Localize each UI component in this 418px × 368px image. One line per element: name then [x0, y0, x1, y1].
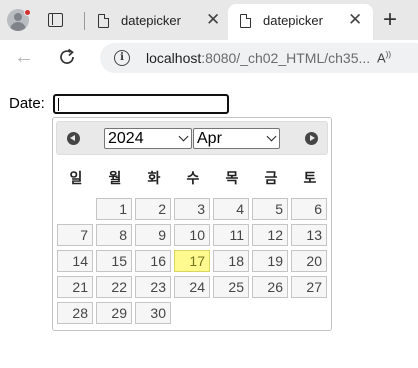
- back-arrow-icon[interactable]: ←: [14, 47, 34, 67]
- profile-notification-dot: [24, 9, 31, 16]
- day-cell[interactable]: 12: [252, 224, 288, 246]
- tab-divider: [84, 12, 85, 30]
- day-cell[interactable]: 9: [135, 224, 171, 246]
- tab-strip: datepicker ✕ datepicker ✕ +: [0, 0, 418, 40]
- day-cell[interactable]: 15: [96, 250, 132, 272]
- day-cell[interactable]: 29: [96, 302, 132, 324]
- day-cell[interactable]: 26: [252, 276, 288, 298]
- day-cell[interactable]: 28: [57, 302, 93, 324]
- close-icon[interactable]: ✕: [348, 11, 362, 28]
- day-cell[interactable]: 8: [96, 224, 132, 246]
- day-cell[interactable]: 10: [174, 224, 210, 246]
- day-cell[interactable]: 24: [174, 276, 210, 298]
- day-cell[interactable]: 3: [174, 198, 210, 220]
- day-cell[interactable]: 11: [213, 224, 249, 246]
- document-icon: [98, 14, 109, 28]
- day-cell[interactable]: 2: [135, 198, 171, 220]
- day-cell[interactable]: 7: [57, 224, 93, 246]
- day-cell[interactable]: 5: [252, 198, 288, 220]
- date-input[interactable]: [53, 94, 229, 114]
- day-cell[interactable]: 19: [252, 250, 288, 272]
- reload-icon[interactable]: [57, 47, 77, 67]
- day-cell-today[interactable]: 17: [174, 250, 210, 272]
- browser-toolbar: ← i localhost:8080/_ch02_HTML/ch35... A)…: [0, 40, 418, 76]
- address-bar[interactable]: i localhost:8080/_ch02_HTML/ch35... A)): [100, 43, 418, 73]
- day-cell[interactable]: 23: [135, 276, 171, 298]
- calendar-grid: 1 2 3 4 5 6 7 8 9 10 11 12 13 14 15 16 17 18 19 20 21 22 23 24 2…: [53, 118, 333, 332]
- document-icon: [240, 14, 251, 28]
- date-label: Date:: [9, 95, 45, 112]
- day-cell[interactable]: 30: [135, 302, 171, 324]
- day-cell[interactable]: 20: [291, 250, 327, 272]
- read-aloud-icon[interactable]: A)): [377, 50, 391, 65]
- day-cell[interactable]: 21: [57, 276, 93, 298]
- tab-active[interactable]: datepicker ✕: [228, 4, 373, 40]
- close-icon[interactable]: ✕: [206, 11, 220, 28]
- day-cell[interactable]: 16: [135, 250, 171, 272]
- url-host: localhost: [146, 50, 202, 66]
- url-text: localhost:8080/_ch02_HTML/ch35...: [146, 50, 370, 66]
- day-cell[interactable]: 4: [213, 198, 249, 220]
- day-cell[interactable]: 1: [96, 198, 132, 220]
- day-cell[interactable]: 27: [291, 276, 327, 298]
- day-cell[interactable]: 22: [96, 276, 132, 298]
- day-cell[interactable]: 18: [213, 250, 249, 272]
- day-cell[interactable]: 25: [213, 276, 249, 298]
- tab-title: datepicker: [263, 13, 323, 28]
- day-cell[interactable]: 6: [291, 198, 327, 220]
- site-info-icon[interactable]: i: [114, 50, 130, 66]
- text-caret: [58, 98, 59, 111]
- tab-actions-icon[interactable]: [48, 13, 63, 27]
- profile-shoulders: [10, 22, 26, 31]
- day-cell[interactable]: 14: [57, 250, 93, 272]
- profile-head: [14, 13, 22, 21]
- datepicker-popup: 2024 Apr 일월화수목금토 1 2 3 4 5 6 7 8 9 10 11 12 13 14 15 16…: [52, 117, 332, 331]
- url-path: :8080/_ch02_HTML/ch35...: [201, 50, 371, 66]
- page-content: Date: 2024 Apr 일월화수목금토 1 2 3 4 5 6 7 8 9 10 11 12 13…: [0, 76, 418, 368]
- tab-title: datepicker: [121, 13, 181, 28]
- tab-inactive[interactable]: datepicker ✕: [88, 0, 226, 40]
- day-cell[interactable]: 13: [291, 224, 327, 246]
- new-tab-icon[interactable]: +: [383, 8, 397, 32]
